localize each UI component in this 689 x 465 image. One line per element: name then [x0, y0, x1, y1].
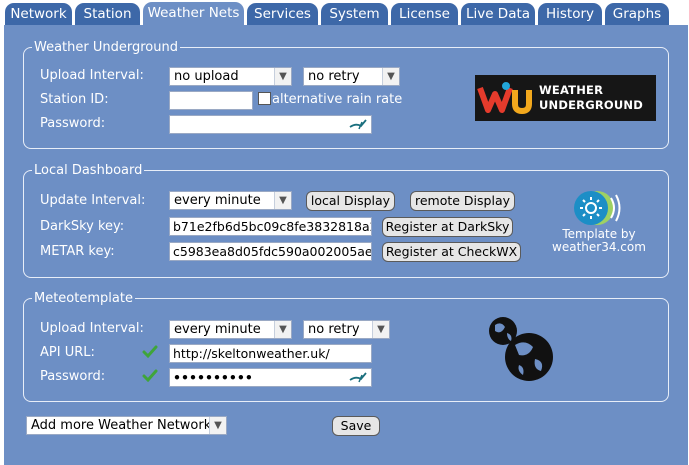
globe-icon: [489, 317, 553, 381]
password-field[interactable]: [169, 115, 372, 134]
upload-interval-label: Upload Interval:: [40, 321, 144, 336]
darksky-key-label: DarkSky key:: [40, 219, 125, 234]
password-label: Password:: [40, 116, 106, 131]
metar-key-label: METAR key:: [40, 244, 115, 259]
password-label: Password:: [40, 369, 106, 384]
api-url-field[interactable]: http://skeltonweather.uk/: [169, 344, 372, 363]
chevron-down-icon: ▼: [274, 192, 291, 209]
add-weather-network-select[interactable]: Add more Weather Networks ▼: [26, 416, 227, 435]
chevron-down-icon: ▼: [274, 68, 291, 85]
upload-interval-select[interactable]: no upload ▼: [169, 67, 292, 86]
selected-value: no retry: [308, 322, 360, 337]
register-checkwx-button[interactable]: Register at CheckWX: [382, 242, 521, 262]
wu-emblem-icon: [477, 82, 532, 115]
chevron-down-icon: ▼: [209, 417, 226, 434]
update-interval-select[interactable]: every minute ▼: [169, 191, 292, 210]
upload-interval-label: Upload Interval:: [40, 68, 144, 83]
weather-underground-logo: WEATHER UNDERGROUND: [475, 75, 656, 121]
metar-key-field[interactable]: c5983ea8d05fdc590a002005ae: [169, 242, 372, 261]
password-manager-icon[interactable]: [349, 370, 367, 385]
tab-station[interactable]: Station: [75, 3, 140, 25]
tab-network[interactable]: Network: [5, 3, 72, 25]
tab-graphs[interactable]: Graphs: [605, 3, 669, 25]
check-icon: [142, 369, 158, 383]
password-value: ••••••••••: [173, 370, 253, 385]
tab-weather-nets[interactable]: Weather Nets: [143, 2, 244, 26]
tab-bar: Network Station Weather Nets Services Sy…: [0, 0, 689, 26]
password-field[interactable]: ••••••••••: [169, 368, 372, 387]
tab-license[interactable]: License: [391, 3, 458, 25]
password-manager-icon[interactable]: [349, 117, 367, 132]
wu-logo-line2: UNDERGROUND: [539, 98, 643, 112]
wu-logo-line1: WEATHER: [539, 83, 604, 97]
station-id-label: Station ID:: [40, 92, 109, 107]
selected-value: Add more Weather Networks: [31, 418, 219, 433]
weather34-sun-icon: [574, 191, 621, 225]
upload-interval-select[interactable]: every minute ▼: [169, 320, 292, 339]
register-darksky-button[interactable]: Register at DarkSky: [382, 217, 513, 237]
remote-display-button[interactable]: remote Display: [410, 191, 515, 211]
chevron-down-icon: ▼: [274, 321, 291, 338]
selected-value: every minute: [174, 322, 261, 337]
tab-live-data[interactable]: Live Data: [461, 3, 535, 25]
alternative-rain-rate-label: alternative rain rate: [272, 92, 403, 107]
chevron-down-icon: ▼: [382, 68, 399, 85]
selected-value: no upload: [174, 69, 239, 84]
tab-system[interactable]: System: [321, 3, 388, 25]
selected-value: no retry: [308, 69, 360, 84]
section-title: Weather Underground: [34, 40, 178, 55]
weather34-url: weather34.com: [552, 240, 646, 254]
tab-services[interactable]: Services: [247, 3, 318, 25]
local-display-button[interactable]: local Display: [306, 191, 395, 211]
station-id-field[interactable]: [169, 91, 253, 110]
section-title: Meteotemplate: [34, 291, 133, 306]
alternative-rain-rate-checkbox[interactable]: [258, 92, 271, 105]
update-interval-label: Update Interval:: [40, 193, 146, 208]
save-button[interactable]: Save: [332, 416, 380, 436]
retry-select[interactable]: no retry ▼: [303, 67, 400, 86]
section-title: Local Dashboard: [34, 163, 143, 178]
check-icon: [142, 345, 158, 359]
api-url-label: API URL:: [40, 345, 95, 360]
tab-history[interactable]: History: [538, 3, 602, 25]
retry-select[interactable]: no retry ▼: [303, 320, 390, 339]
darksky-key-field[interactable]: b71e2fb6d5bc09c8fe3832818a2524: [169, 217, 372, 236]
chevron-down-icon: ▼: [372, 321, 389, 338]
weather-nets-panel: Weather Underground Upload Interval: no …: [4, 25, 688, 465]
selected-value: every minute: [174, 193, 261, 208]
